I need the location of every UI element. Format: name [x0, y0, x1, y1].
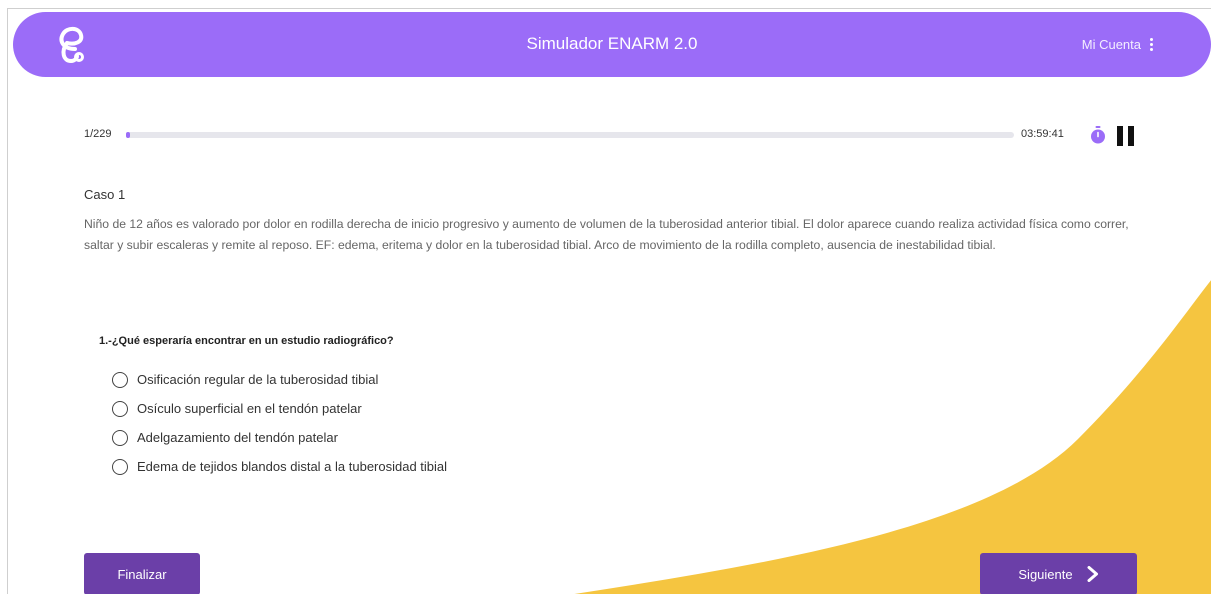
app-title: Simulador ENARM 2.0 [526, 34, 698, 53]
question-counter: 1/229 [84, 128, 112, 140]
radio-button[interactable] [112, 400, 128, 417]
answer-option[interactable]: Adelgazamiento del tendón patelar [112, 423, 447, 452]
radio-button[interactable] [112, 458, 128, 475]
answer-option[interactable]: Edema de tejidos blandos distal a la tub… [112, 452, 447, 481]
account-label: Mi Cuenta [1081, 37, 1141, 52]
answer-options: Osificación regular de la tuberosidad ti… [112, 365, 447, 481]
next-button-label: Siguiente [1018, 566, 1073, 582]
answer-option-label: Osículo superficial en el tendón patelar [137, 401, 362, 416]
radio-button[interactable] [112, 429, 128, 446]
pause-icon[interactable] [1117, 126, 1135, 146]
answer-option[interactable]: Osificación regular de la tuberosidad ti… [112, 365, 447, 394]
case-description: Niño de 12 años es valorado por dolor en… [84, 217, 1129, 252]
answer-option[interactable]: Osículo superficial en el tendón patelar [112, 394, 447, 423]
finish-button[interactable]: Finalizar [84, 553, 200, 594]
case-title: Caso 1 [84, 187, 126, 202]
progress-row: 1/229 03:59:41 [84, 126, 1134, 146]
kebab-menu-icon[interactable] [1150, 38, 1153, 51]
chevron-right-icon [1087, 566, 1098, 582]
radio-button[interactable] [112, 371, 128, 388]
next-button[interactable]: Siguiente [980, 553, 1137, 594]
decorative-wave [574, 280, 1211, 594]
app-frame: Simulador ENARM 2.0 Mi Cuenta 1/229 03:5… [7, 8, 1211, 594]
progress-fill [126, 132, 130, 138]
answer-option-label: Osificación regular de la tuberosidad ti… [137, 372, 379, 387]
timer-text: 03:59:41 [1021, 128, 1064, 140]
top-bar: Simulador ENARM 2.0 Mi Cuenta [13, 12, 1211, 77]
answer-option-label: Edema de tejidos blandos distal a la tub… [137, 459, 448, 474]
stopwatch-icon [1091, 126, 1105, 144]
answer-option-label: Adelgazamiento del tendón patelar [137, 430, 338, 445]
progress-bar [126, 132, 1014, 138]
question-text: 1.-¿Qué esperaría encontrar en un estudi… [99, 335, 394, 347]
finish-button-label: Finalizar [117, 566, 167, 582]
account-menu[interactable]: Mi Cuenta [1082, 37, 1153, 52]
